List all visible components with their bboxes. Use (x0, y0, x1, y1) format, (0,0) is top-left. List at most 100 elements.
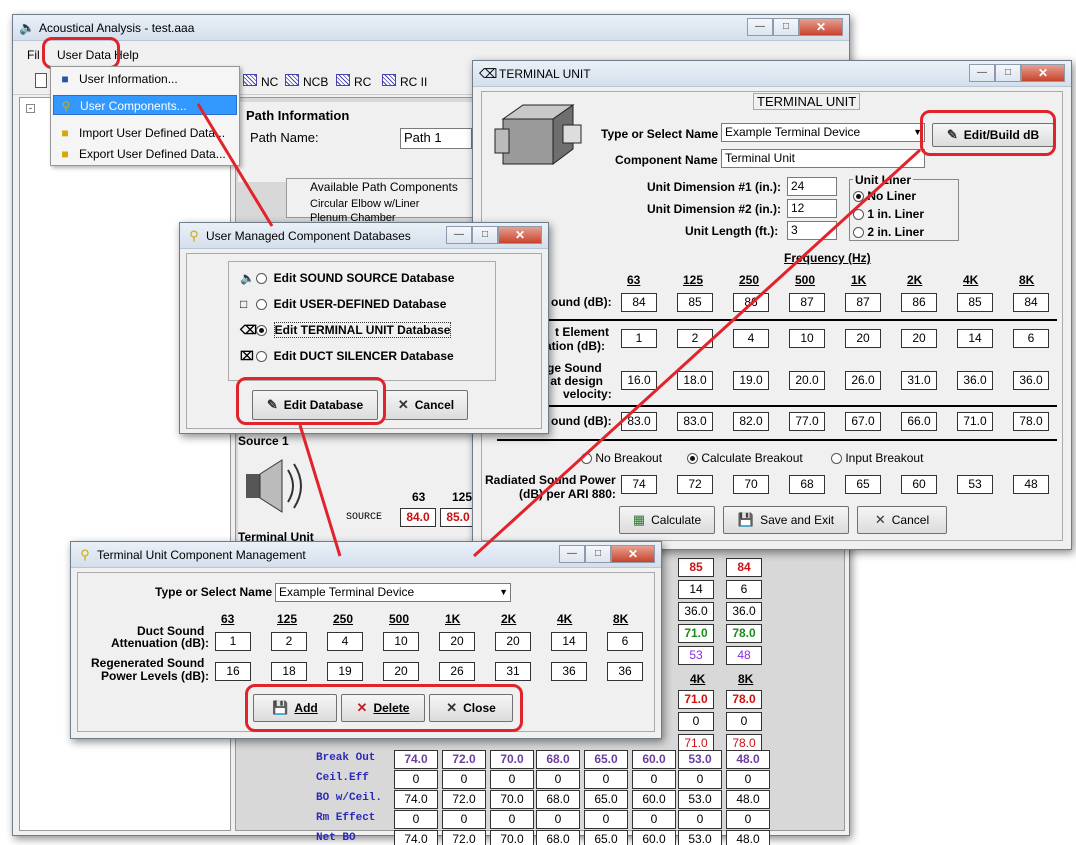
minimize-button[interactable]: — (446, 226, 472, 244)
tucm-type-label: Type or Select Name (155, 585, 273, 599)
dim1-label: Unit Dimension #1 (in.): (647, 180, 782, 194)
menu-item-user-information[interactable]: ■ User Information... (53, 69, 237, 89)
liner-option-1in[interactable]: 1 in. Liner (853, 207, 924, 221)
component-name-input[interactable]: Terminal Unit (721, 149, 925, 168)
save-exit-button[interactable]: 💾 Save and Exit (723, 506, 849, 534)
divider (497, 405, 1057, 407)
breakout-option-label: Calculate Breakout (701, 451, 803, 465)
toolbar-rc[interactable]: RC (354, 75, 371, 89)
bg-8k-r7: 0 (726, 712, 762, 731)
bottom-row-cell: 0 (536, 770, 580, 789)
edit-database-label: Edit Database (283, 398, 364, 412)
minimize-button[interactable]: — (969, 64, 995, 82)
bottom-row-cell: 53.0 (678, 790, 722, 809)
component-elbow[interactable]: Circular Elbow w/Liner (310, 198, 419, 210)
speaker-graphic-icon (244, 456, 314, 516)
bg-8k-r4: 78.0 (726, 624, 762, 643)
bottom-row-label: Ceil.Eff (316, 772, 369, 784)
close-button[interactable]: ✕ (1021, 64, 1065, 82)
liner-label: Unit Liner (853, 173, 913, 187)
menu-item-export[interactable]: ■ Export User Defined Data... (53, 144, 237, 164)
tu-titlebar[interactable]: ⌫ TERMINAL UNIT — □ ✕ (473, 61, 1071, 87)
minimize-button[interactable]: — (559, 545, 585, 563)
bg-4k-r4: 71.0 (678, 624, 714, 643)
toolbar-nc[interactable]: NC (261, 75, 278, 89)
bottom-row-cell: 65.0 (584, 790, 628, 809)
edit-build-button[interactable]: ✎ Edit/Build dB (932, 123, 1054, 147)
maximize-button[interactable]: □ (472, 226, 498, 244)
tucm-window: ⚲ Terminal Unit Component Management — □… (70, 541, 662, 739)
bottom-row-cell: 0 (442, 810, 486, 829)
chevron-down-icon[interactable]: ▼ (499, 585, 508, 600)
tucm-close-button[interactable]: ✕ Close (429, 694, 513, 722)
edit-database-button[interactable]: ✎ Edit Database (252, 390, 378, 420)
liner-option-none[interactable]: No Liner (853, 189, 916, 203)
option-user-defined[interactable]: □ Edit USER-DEFINED Database (240, 297, 446, 311)
toolbar-rc2[interactable]: RC II (400, 75, 427, 89)
length-label: Unit Length (ft.): (685, 224, 779, 238)
tu-type-label: Type or Select Name (601, 127, 719, 141)
menu-item-import[interactable]: ■ Import User Defined Data... (53, 123, 237, 143)
option-duct-silencer[interactable]: ⌧ Edit DUCT SILENCER Database (240, 349, 454, 363)
radio-icon (831, 453, 842, 465)
window-title: Acoustical Analysis - test.aaa (39, 21, 195, 35)
close-button[interactable]: ✕ (799, 18, 843, 36)
bottom-row-label: Net BO (316, 832, 356, 844)
toolbar-ncb[interactable]: NCB (303, 75, 328, 89)
row3-label-c: velocity: (563, 387, 612, 401)
close-button[interactable]: ✕ (498, 226, 542, 244)
ucd-titlebar[interactable]: ⚲ User Managed Component Databases — □ ✕ (180, 223, 548, 249)
bottom-row-cell: 48.0 (726, 750, 770, 769)
new-file-icon[interactable] (35, 73, 47, 88)
tucm-titlebar[interactable]: ⚲ Terminal Unit Component Management — □… (71, 542, 661, 568)
option-sound-source[interactable]: 🔈 Edit SOUND SOURCE Database (240, 271, 454, 285)
breakout-option-input[interactable]: Input Breakout (831, 451, 923, 465)
edit-build-label: Edit/Build dB (963, 128, 1040, 142)
chevron-down-icon[interactable]: ▼ (913, 125, 922, 140)
tu-type-select[interactable]: Example Terminal Device ▼ (721, 123, 925, 142)
option-terminal-unit[interactable]: ⌫ Edit TERMINAL UNIT Database (240, 322, 452, 338)
regen-label-a: Regenerated Sound (91, 656, 205, 670)
radio-icon (853, 191, 864, 203)
breakout-option-calculate[interactable]: Calculate Breakout (687, 451, 803, 465)
menu-user-data[interactable]: User Data (57, 48, 111, 62)
blank-box-icon: □ (240, 297, 248, 311)
menu-item-label: Export User Defined Data... (79, 147, 226, 161)
dim2-input[interactable]: 12 (787, 199, 837, 218)
add-button[interactable]: 💾 Add (253, 694, 337, 722)
tree-expand-icon[interactable]: - (26, 104, 35, 113)
key-icon: ⚲ (61, 99, 71, 113)
key-icon: ⚲ (80, 547, 90, 562)
option-label: Edit DUCT SILENCER Database (273, 349, 454, 363)
calculate-button[interactable]: ▦ Calculate (619, 506, 715, 534)
breakout-option-none[interactable]: No Breakout (581, 451, 662, 465)
menu-help[interactable]: Help (114, 48, 139, 62)
dim1-input[interactable]: 24 (787, 177, 837, 196)
maximize-button[interactable]: □ (995, 64, 1021, 82)
delete-button[interactable]: ✕ Delete (341, 694, 425, 722)
rc-icon[interactable] (336, 74, 350, 86)
bg-8k-r1: 84 (726, 558, 762, 577)
source-125-cell: 85.0 (440, 508, 476, 527)
main-titlebar[interactable]: 🔈 Acoustical Analysis - test.aaa — □ ✕ (13, 15, 849, 41)
tu-cancel-button[interactable]: ✕ Cancel (857, 506, 947, 534)
bg-8k-header: 8K (738, 672, 754, 686)
close-button[interactable]: ✕ (611, 545, 655, 563)
minimize-button[interactable]: — (747, 18, 773, 36)
edit-icon: ✎ (266, 397, 278, 412)
maximize-button[interactable]: □ (585, 545, 611, 563)
bottom-row-cell: 0 (678, 770, 722, 789)
close-icon: ✕ (397, 397, 409, 412)
nc-icon[interactable] (243, 74, 257, 86)
length-input[interactable]: 3 (787, 221, 837, 240)
menu-item-user-components[interactable]: ⚲ User Components... (53, 95, 237, 115)
radio-icon (581, 453, 592, 465)
menu-file[interactable]: Fil (27, 48, 40, 62)
tucm-type-select[interactable]: Example Terminal Device ▼ (275, 583, 511, 602)
ucd-cancel-button[interactable]: ✕ Cancel (384, 390, 468, 420)
liner-option-2in[interactable]: 2 in. Liner (853, 225, 924, 239)
rc2-icon[interactable] (382, 74, 396, 86)
ncb-icon[interactable] (285, 74, 299, 86)
maximize-button[interactable]: □ (773, 18, 799, 36)
path-name-input[interactable]: Path 1 (400, 128, 472, 149)
